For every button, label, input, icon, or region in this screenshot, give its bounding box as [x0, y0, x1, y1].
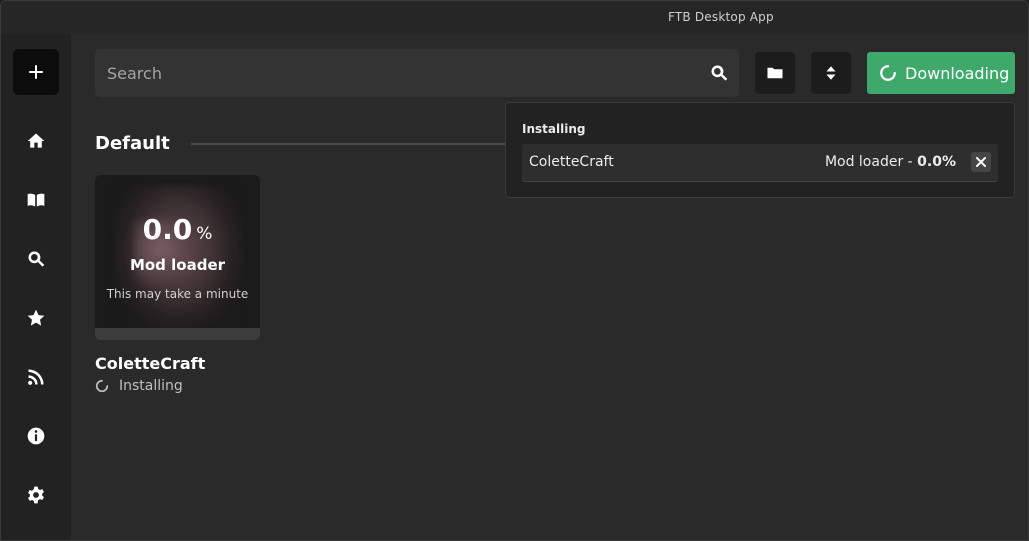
install-row-name: ColetteCraft — [529, 154, 614, 170]
main-content: Downloading Default 0.0% Mod loader This… — [71, 34, 1028, 540]
instance-card[interactable]: 0.0% Mod loader This may take a minute — [95, 175, 260, 340]
install-row-stage: Mod loader - — [824, 154, 918, 170]
sidebar-item-about[interactable] — [24, 424, 48, 448]
progress-hint: This may take a minute — [106, 287, 249, 301]
gear-icon — [28, 486, 44, 504]
cancel-install-button[interactable] — [971, 152, 991, 172]
downloading-label: Downloading — [905, 63, 1010, 83]
progress-percent: 0.0% — [95, 213, 260, 246]
sidebar — [1, 34, 71, 540]
section-title: Default — [95, 133, 170, 154]
home-icon — [27, 133, 45, 148]
popup-title: Installing — [522, 122, 586, 136]
install-row-percent: 0.0% — [917, 154, 956, 170]
sidebar-item-browse[interactable] — [24, 247, 48, 271]
progress-bar — [95, 328, 260, 340]
progress-sign: % — [196, 224, 213, 244]
book-icon — [27, 193, 45, 207]
search-box — [95, 49, 739, 97]
install-progress-popup: Installing ColetteCraft Mod loader - 0.0… — [505, 102, 1015, 198]
sidebar-item-settings[interactable] — [24, 483, 48, 507]
sidebar-item-library[interactable] — [24, 188, 48, 212]
section-divider — [191, 143, 511, 145]
instance-status-label: Installing — [119, 378, 183, 394]
progress-stage: Mod loader — [129, 256, 226, 274]
rss-icon — [28, 369, 44, 385]
sidebar-item-featured[interactable] — [24, 306, 48, 330]
search-input[interactable] — [95, 49, 739, 97]
sort-button[interactable] — [811, 52, 851, 94]
progress-number: 0.0 — [142, 213, 193, 246]
folder-icon — [767, 67, 783, 79]
instance-name[interactable]: ColetteCraft — [95, 354, 205, 373]
downloading-button[interactable]: Downloading — [867, 52, 1015, 94]
app-window: FTB Desktop App Search Downloading Defau… — [0, 0, 1029, 541]
sidebar-item-home[interactable] — [24, 129, 48, 153]
sort-icon — [826, 66, 836, 80]
window-title: FTB Desktop App — [668, 10, 774, 24]
search-icon[interactable] — [709, 63, 729, 83]
spinner-icon — [880, 65, 896, 81]
open-folder-button[interactable] — [755, 52, 795, 94]
add-instance-button[interactable] — [13, 49, 59, 95]
sidebar-item-news[interactable] — [24, 365, 48, 389]
title-bar: FTB Desktop App — [1, 1, 1028, 34]
instance-status: Installing — [95, 378, 183, 394]
star-icon — [27, 309, 45, 326]
info-icon — [27, 427, 45, 445]
install-row: ColetteCraft Mod loader - 0.0% — [522, 144, 998, 182]
close-icon — [976, 157, 986, 167]
spinner-icon — [95, 379, 109, 393]
search-icon — [28, 251, 45, 267]
install-row-status: Mod loader - 0.0% — [825, 154, 956, 170]
plus-icon — [29, 65, 43, 79]
